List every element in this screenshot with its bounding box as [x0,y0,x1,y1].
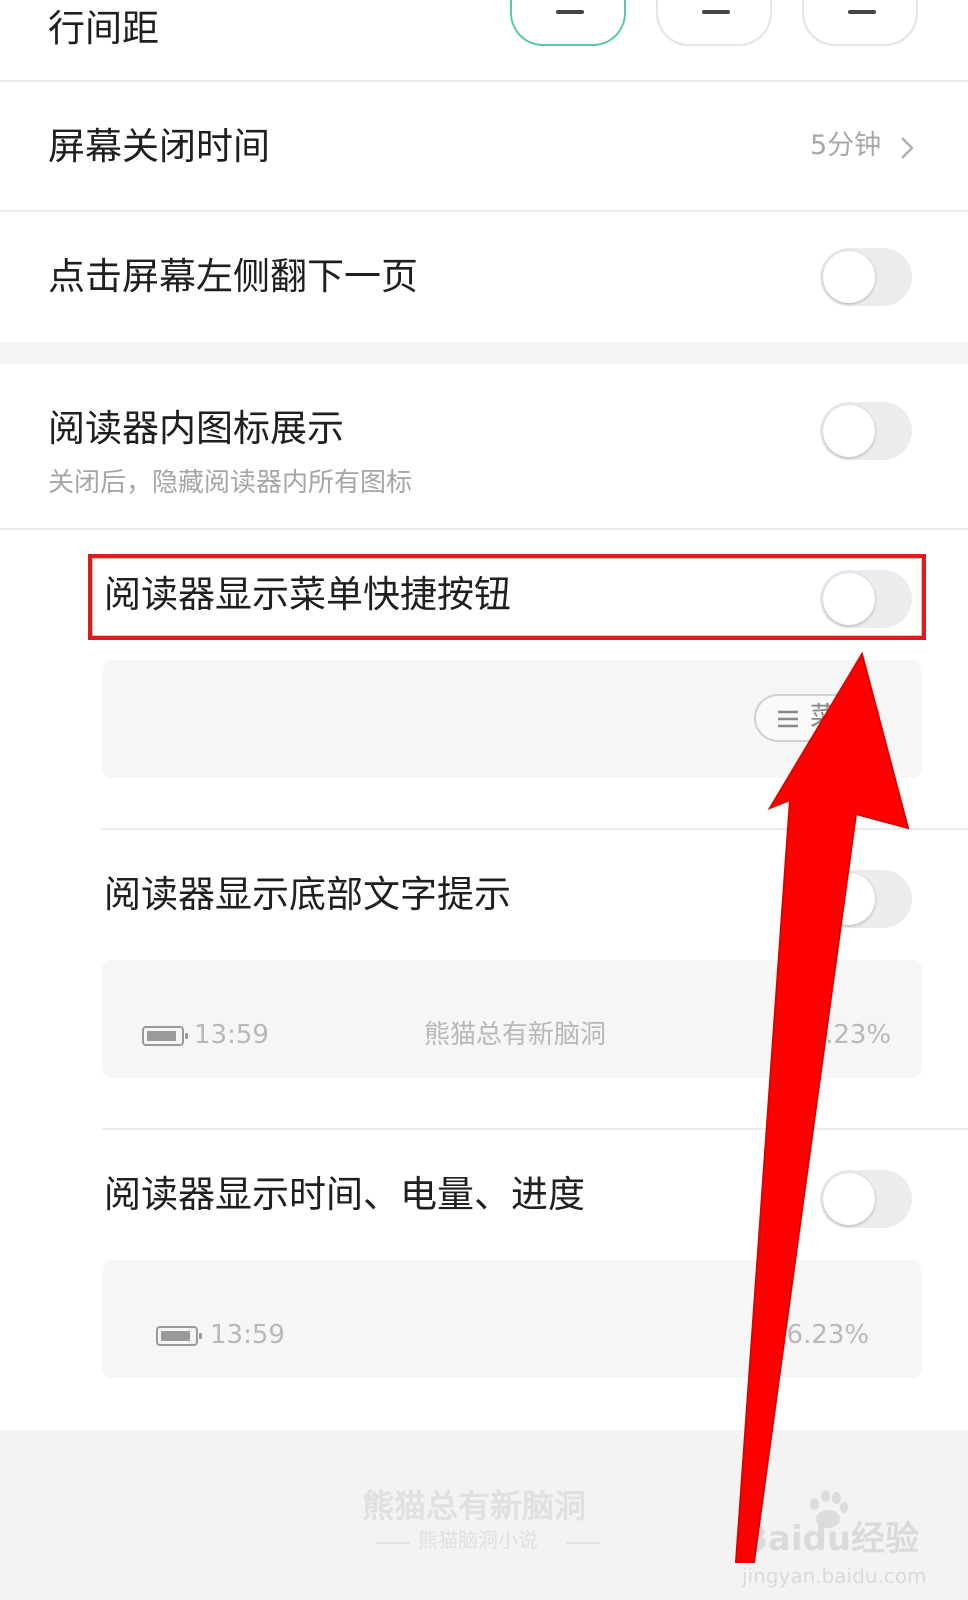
red-arrow-annotation [734,651,910,1563]
